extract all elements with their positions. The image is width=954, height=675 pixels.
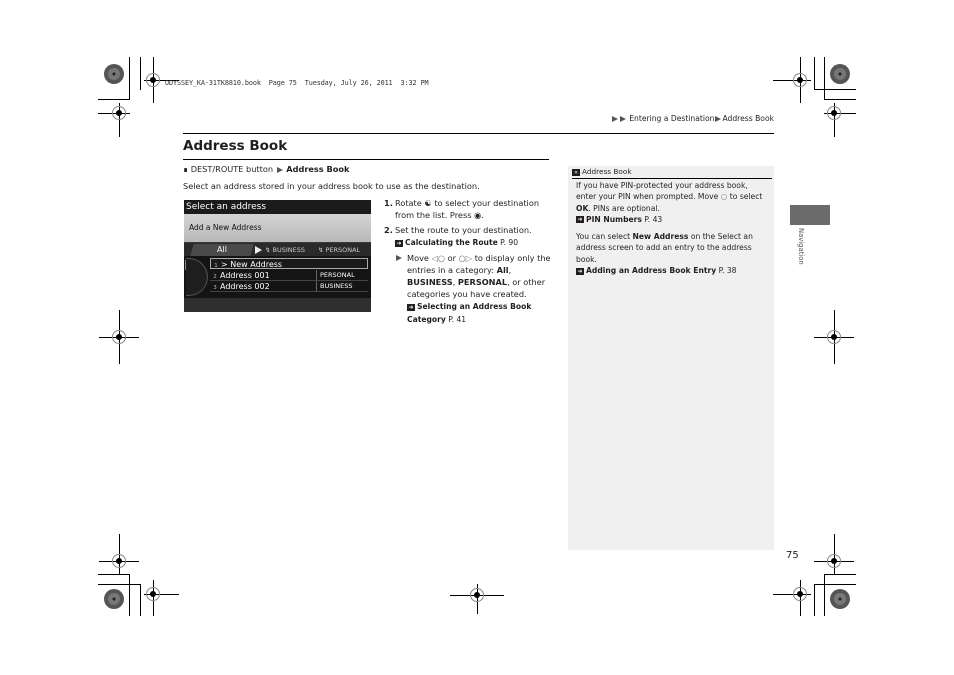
interface-dial-rotate-icon: ☯ [424,198,432,208]
registration-target-icon [146,73,160,87]
tab-all[interactable]: All [190,244,254,256]
crop-line [129,57,130,99]
registration-disc-icon [830,589,850,609]
registration-target-icon [112,330,126,344]
crop-line [814,89,856,90]
xref-arrow-icon: ➜ [576,267,584,275]
section-tab-label: Navigation [797,228,805,265]
xref-arrow-icon: ➜ [395,239,403,247]
breadcrumb-arrow-icon [619,116,626,122]
breadcrumb-arrow-icon [715,116,722,122]
page-title: Address Book [183,138,288,154]
registration-target-icon [793,73,807,87]
header-rule [183,133,774,134]
sidebar-body: If you have PIN-protected your address b… [576,180,766,282]
intro-text: Select an address stored in your address… [183,181,480,191]
crop-line [129,574,130,616]
crop-line [814,584,856,585]
dial-down-icon: ○ [720,192,728,202]
title-rule [183,159,549,160]
screen-footer [184,298,371,312]
note-icon: » [572,168,580,176]
tab-arrow-icon [255,246,262,254]
breadcrumb-arrow-icon [611,116,618,122]
breadcrumb: Entering a Destination Address Book [611,114,774,123]
list-item[interactable]: 2 Address 001 PERSONAL [210,270,368,281]
xref-arrow-icon: ➜ [407,303,415,311]
registration-target-icon [146,587,160,601]
route-target: Address Book [286,164,350,174]
category-label: PERSONAL [316,270,368,280]
xref-adding-entry[interactable]: ➜ Adding an Address Book Entry P. 38 [576,266,737,275]
xref-calculating-route[interactable]: ➜ Calculating the Route P. 90 [395,238,518,247]
registration-disc-icon [104,64,124,84]
registration-target-icon [827,330,841,344]
registration-target-icon [470,588,484,602]
tab-personal[interactable]: ↯ PERSONAL [318,246,360,254]
registration-disc-icon [104,589,124,609]
registration-target-icon [793,587,807,601]
registration-target-icon [827,106,841,120]
registration-disc-icon [830,64,850,84]
crop-line [140,57,141,90]
screen-title: Select an address [184,200,371,214]
crop-line [98,584,140,585]
section-tab[interactable] [790,205,830,225]
sidebar-note: » Address Book If you have PIN-protected … [568,166,774,550]
add-new-address-prompt[interactable]: Add a New Address [184,214,371,242]
crop-line [98,99,130,100]
xref-pin-numbers[interactable]: ➜ PIN Numbers P. 43 [576,215,662,224]
category-tabs: All ↯ BUSINESS ↯ PERSONAL [184,243,371,256]
crop-line [98,574,130,575]
breadcrumb-item[interactable]: Address Book [722,114,774,123]
sidebar-para-pin: If you have PIN-protected your address b… [576,181,763,224]
dial-left-icon: ◁○ [431,253,446,263]
nav-screen: Select an address Add a New Address All … [184,200,371,312]
substep-arrow-icon [396,255,402,261]
registration-target-icon [827,554,841,568]
crop-line [814,57,815,90]
crop-line [814,584,815,616]
step-2: 2. Set the route to your destination. ➜ C… [384,224,554,326]
crop-line [824,57,825,99]
crop-line [824,574,825,616]
step-1: 1. Rotate ☯ to select your destination f… [384,198,540,220]
address-list: 1 > New Address 2 Address 001 PERSONAL 3 Ad… [184,256,371,298]
crop-line [824,99,856,100]
dial-right-icon: ○▷ [458,253,473,263]
list-item[interactable]: 1 > New Address [210,258,368,269]
list-item[interactable]: 3 Address 002 BUSINESS [210,281,368,292]
category-label: BUSINESS [316,281,368,291]
page-number: 75 [786,550,799,561]
dial-knob-icon [186,258,208,296]
registration-target-icon [112,554,126,568]
substep: Move ◁○ or ○▷ to display only the entrie… [395,252,554,326]
breadcrumb-item[interactable]: Entering a Destination [629,114,714,123]
sidebar-para-new-address: You can select New Address on the Select… [576,232,753,276]
crop-line [140,584,141,616]
crop-line [824,574,856,575]
sidebar-heading: » Address Book [572,166,772,179]
steps: 1. Rotate ☯ to select your destination f… [384,197,554,329]
route-arrow-icon [276,166,283,173]
xref-arrow-icon: ➜ [576,216,584,224]
route-line: ∎ DEST/ROUTE button Address Book [183,164,349,174]
tab-business[interactable]: ↯ BUSINESS [265,246,305,254]
print-header: ODYSSEY_KA-31TK8810.book Page 75 Tuesday… [165,79,429,87]
registration-target-icon [112,106,126,120]
voice-command-icon: ∎ [183,165,189,174]
route-button-label: DEST/ROUTE button [190,164,274,174]
xref-address-book-category[interactable]: ➜ Selecting an Address Book Category P. 4… [407,302,531,324]
